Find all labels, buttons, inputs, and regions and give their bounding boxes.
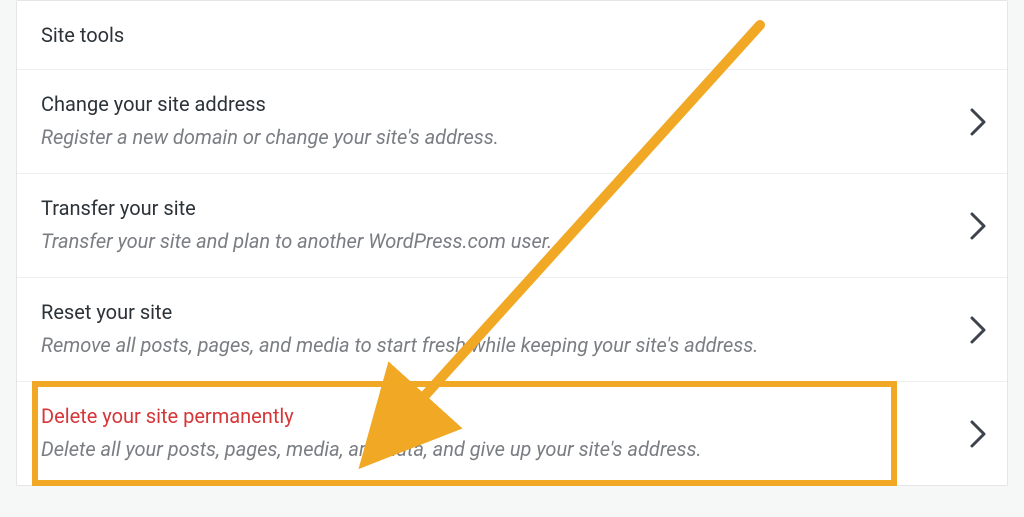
row-desc: Transfer your site and plan to another W… — [41, 228, 943, 255]
row-change-site-address[interactable]: Change your site address Register a new … — [17, 70, 1007, 174]
chevron-right-icon — [969, 211, 987, 241]
chevron-right-icon — [969, 315, 987, 345]
site-tools-panel: Site tools Change your site address Regi… — [16, 0, 1008, 486]
chevron-right-icon — [969, 107, 987, 137]
panel-title: Site tools — [41, 23, 124, 47]
row-desc: Remove all posts, pages, and media to st… — [41, 332, 943, 359]
panel-header: Site tools — [17, 1, 1007, 70]
row-title: Delete your site permanently — [41, 404, 943, 428]
row-delete-site-permanently[interactable]: Delete your site permanently Delete all … — [17, 382, 1007, 485]
annotation-highlight-box — [32, 381, 897, 486]
chevron-right-icon — [969, 419, 987, 449]
row-reset-site[interactable]: Reset your site Remove all posts, pages,… — [17, 278, 1007, 382]
row-title: Transfer your site — [41, 196, 943, 220]
row-transfer-site[interactable]: Transfer your site Transfer your site an… — [17, 174, 1007, 278]
row-desc: Delete all your posts, pages, media, and… — [41, 436, 943, 463]
row-desc: Register a new domain or change your sit… — [41, 124, 943, 151]
row-title: Change your site address — [41, 92, 943, 116]
row-title: Reset your site — [41, 300, 943, 324]
